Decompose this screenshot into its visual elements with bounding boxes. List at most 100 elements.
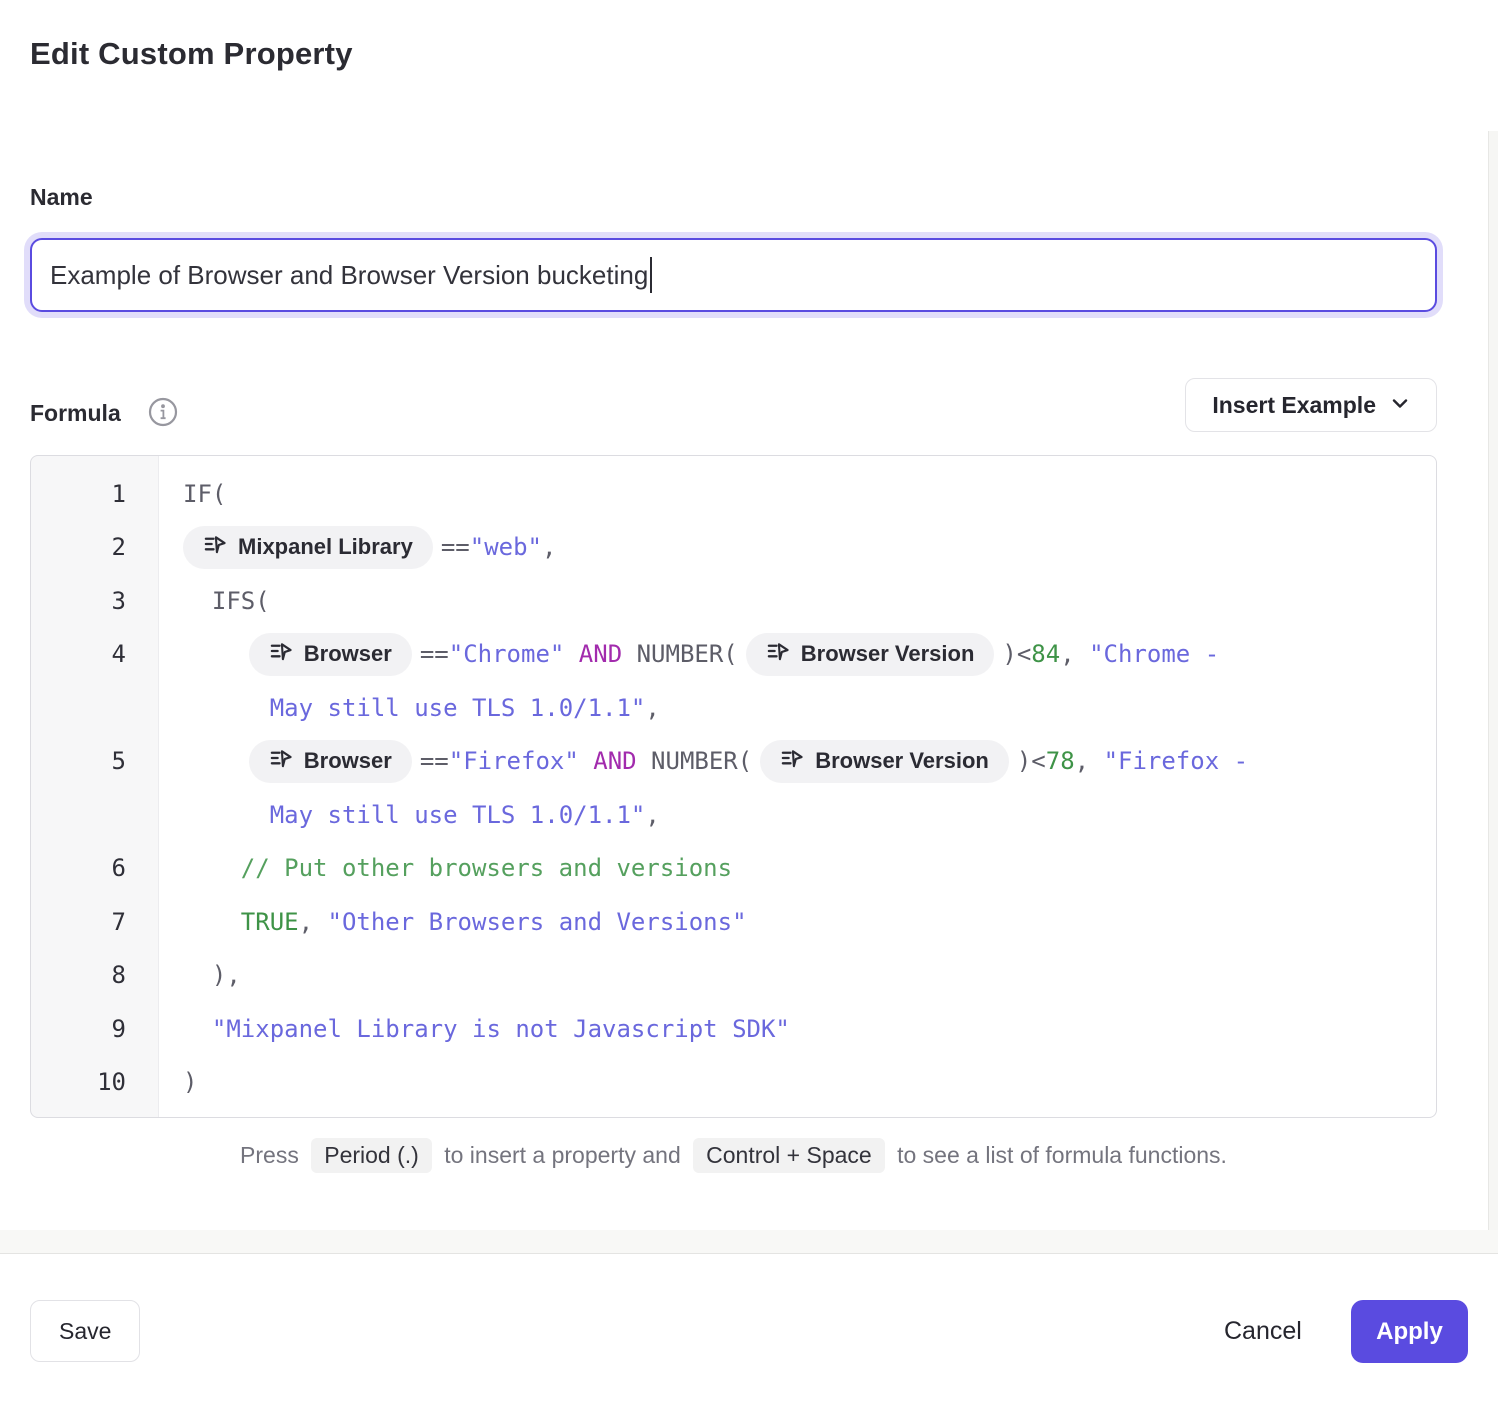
page-title: Edit Custom Property: [30, 36, 353, 72]
property-chip[interactable]: Browser Version: [746, 633, 995, 676]
hint-text: to insert a property and: [444, 1142, 681, 1168]
code-token: IFS(: [183, 587, 270, 615]
formula-code-editor[interactable]: 1IF(2Mixpanel Library=="web",3 IFS(4 Bro…: [30, 455, 1437, 1118]
code-token: ,: [1060, 640, 1089, 668]
code-token: May still use TLS 1.0/1.1": [270, 801, 646, 829]
code-token: )<: [1017, 747, 1046, 775]
code-token: ==: [441, 533, 470, 561]
line-number: 3: [31, 587, 158, 615]
line-content: Mixpanel Library =="web",: [158, 526, 1436, 569]
code-token: ): [183, 1068, 197, 1096]
hint-text: Press: [240, 1142, 299, 1168]
save-button[interactable]: Save: [30, 1300, 140, 1362]
code-token: "Mixpanel Library is not Javascript SDK": [212, 1015, 790, 1043]
code-token: "Firefox": [449, 747, 579, 775]
formula-line: 9 "Mixpanel Library is not Javascript SD…: [31, 1002, 1436, 1056]
property-chip[interactable]: Browser: [249, 740, 412, 783]
code-token: )<: [1002, 640, 1031, 668]
code-token: ,: [542, 533, 556, 561]
property-flag-icon: [269, 640, 292, 669]
content-bottom-divider: [0, 1230, 1498, 1254]
hint-text: to see a list of formula functions.: [897, 1142, 1227, 1168]
name-label: Name: [30, 184, 93, 211]
code-token: ==: [420, 640, 449, 668]
text-caret: [650, 257, 652, 293]
code-token: ,: [645, 694, 659, 722]
line-content: Browser =="Chrome" AND NUMBER( Browser Ver…: [158, 633, 1436, 676]
formula-line: 4 Browser =="Chrome" AND NUMBER( Browser V…: [31, 628, 1436, 682]
line-content: May still use TLS 1.0/1.1",: [158, 801, 1436, 829]
line-number: 1: [31, 480, 158, 508]
code-token: [183, 1015, 212, 1043]
chevron-down-icon: [1390, 392, 1410, 419]
line-number: 7: [31, 908, 158, 936]
line-number: 5: [31, 747, 158, 775]
line-content: ): [158, 1068, 1436, 1096]
control-space-key-badge: Control + Space: [693, 1138, 885, 1173]
property-chip[interactable]: Browser Version: [760, 740, 1009, 783]
line-content: IFS(: [158, 587, 1436, 615]
property-flag-icon: [203, 533, 226, 562]
line-content: Browser =="Firefox" AND NUMBER( Browser Ve…: [158, 740, 1436, 783]
property-chip[interactable]: Mixpanel Library: [183, 526, 433, 569]
code-token: NUMBER(: [637, 747, 753, 775]
line-content: // Put other browsers and versions: [158, 854, 1436, 882]
line-number: 8: [31, 961, 158, 989]
code-token: "web": [470, 533, 542, 561]
code-token: ==: [420, 747, 449, 775]
property-chip-label: Browser Version: [815, 748, 989, 774]
insert-example-label: Insert Example: [1212, 392, 1376, 419]
formula-line: 3 IFS(: [31, 574, 1436, 628]
code-token: "Chrome": [449, 640, 565, 668]
code-token: AND: [593, 747, 636, 775]
code-token: [183, 801, 270, 829]
code-token: [183, 694, 270, 722]
dialog-footer: Save Cancel Apply: [0, 1255, 1498, 1402]
code-token: // Put other browsers and versions: [183, 854, 732, 882]
code-token: [183, 908, 241, 936]
code-token: ,: [299, 908, 328, 936]
property-chip-label: Browser Version: [801, 641, 975, 667]
formula-line: 8 ),: [31, 949, 1436, 1003]
code-token: [579, 747, 593, 775]
line-number: 9: [31, 1015, 158, 1043]
formula-line: 1 IF(: [31, 467, 1436, 521]
property-chip-label: Browser: [304, 748, 392, 774]
formula-line: May still use TLS 1.0/1.1",: [31, 788, 1436, 842]
cancel-button[interactable]: Cancel: [1212, 1300, 1314, 1362]
line-content: ),: [158, 961, 1436, 989]
apply-button[interactable]: Apply: [1351, 1300, 1468, 1363]
code-token: ),: [183, 961, 241, 989]
formula-line: May still use TLS 1.0/1.1",: [31, 681, 1436, 735]
info-icon[interactable]: [147, 396, 179, 428]
formula-line: 2 Mixpanel Library =="web",: [31, 521, 1436, 575]
code-token: [183, 640, 241, 668]
line-content: "Mixpanel Library is not Javascript SDK": [158, 1015, 1436, 1043]
scrollbar-track[interactable]: [1488, 131, 1498, 1254]
period-key-badge: Period (.): [311, 1138, 432, 1173]
code-token: "Other Browsers and Versions": [328, 908, 747, 936]
code-token: AND: [579, 640, 622, 668]
line-content: May still use TLS 1.0/1.1",: [158, 694, 1436, 722]
formula-line: 7 TRUE, "Other Browsers and Versions": [31, 895, 1436, 949]
property-chip-label: Mixpanel Library: [238, 534, 413, 560]
name-input-value: Example of Browser and Browser Version b…: [50, 260, 648, 291]
property-chip[interactable]: Browser: [249, 633, 412, 676]
line-number: 2: [31, 533, 158, 561]
line-number: 4: [31, 640, 158, 668]
line-content: IF(: [158, 480, 1436, 508]
editor-hint: Press Period (.) to insert a property an…: [30, 1138, 1437, 1173]
code-token: 78: [1046, 747, 1075, 775]
code-token: IF(: [183, 480, 226, 508]
formula-header-row: Formula Insert Example: [30, 378, 1437, 432]
name-input[interactable]: Example of Browser and Browser Version b…: [30, 238, 1437, 312]
code-token: May still use TLS 1.0/1.1": [270, 694, 646, 722]
formula-line: 5 Browser =="Firefox" AND NUMBER( Browser …: [31, 735, 1436, 789]
code-token: NUMBER(: [622, 640, 738, 668]
code-token: ,: [1075, 747, 1104, 775]
code-token: "Firefox -: [1104, 747, 1249, 775]
insert-example-button[interactable]: Insert Example: [1185, 378, 1437, 432]
formula-label: Formula: [30, 400, 121, 427]
code-token: ,: [645, 801, 659, 829]
code-token: [183, 747, 241, 775]
